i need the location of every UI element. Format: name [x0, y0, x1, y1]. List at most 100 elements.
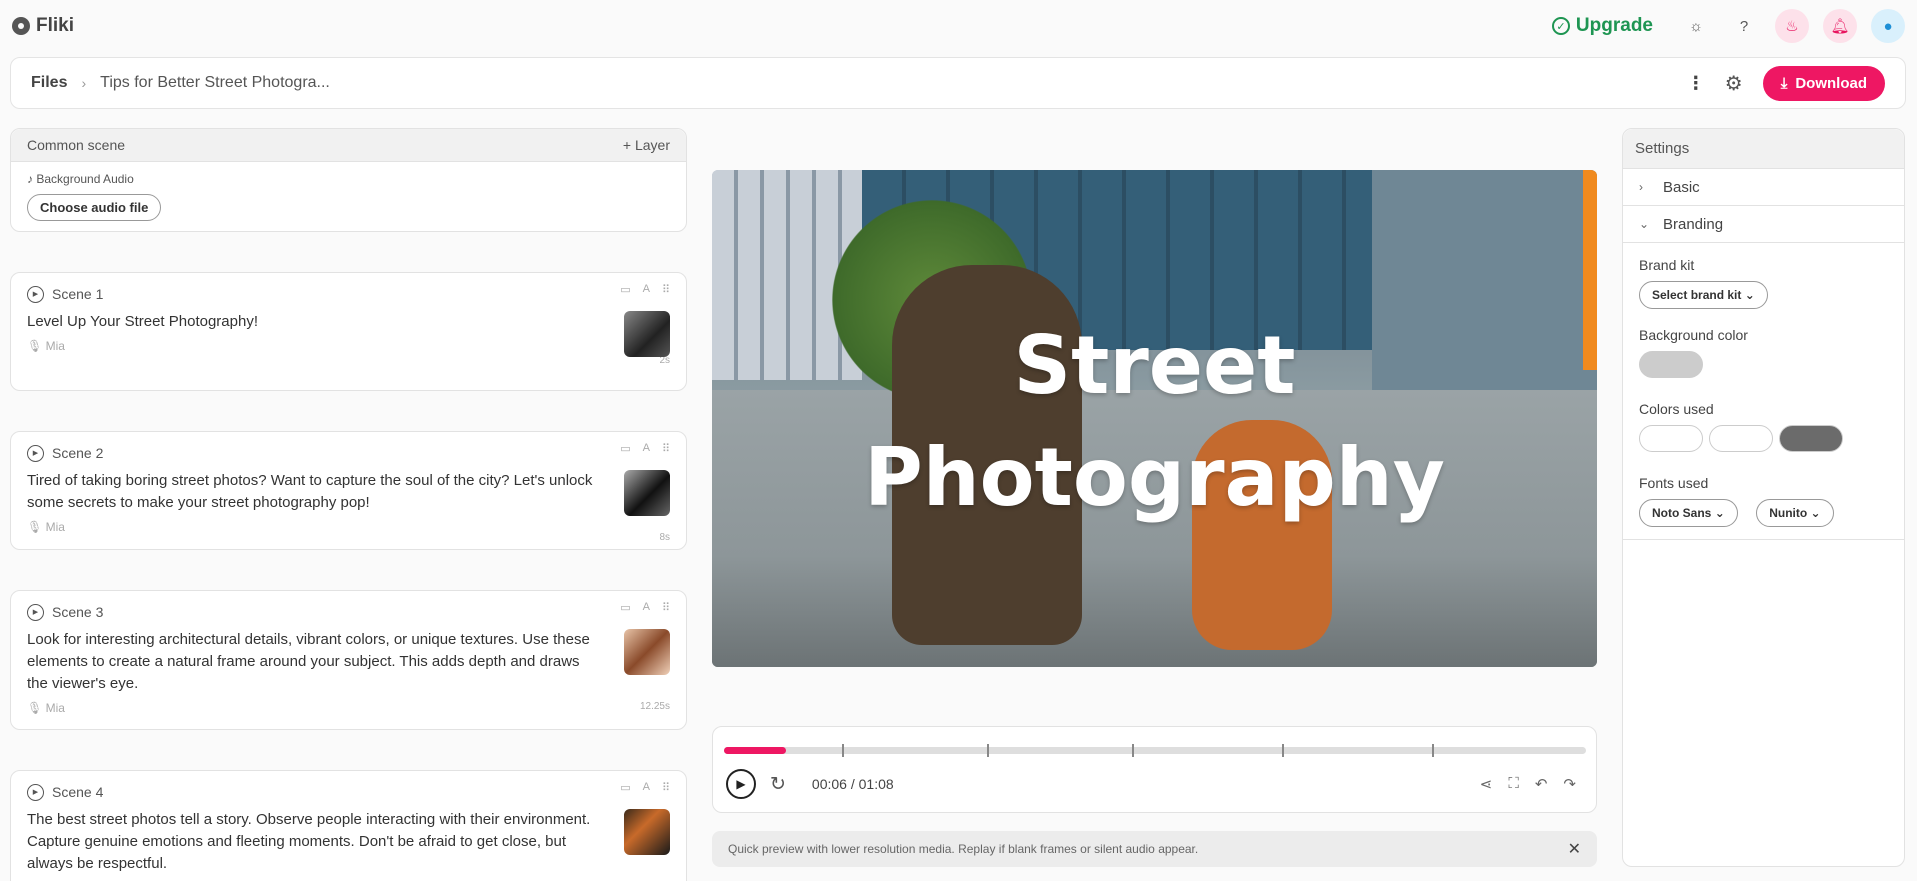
scene-title: Scene 3	[52, 604, 104, 620]
upgrade-button[interactable]: ✓ Upgrade	[1551, 15, 1653, 37]
notifications-button[interactable]: 🔔︎	[1823, 9, 1857, 43]
download-icon: ⤓	[1780, 74, 1788, 92]
breadcrumb-files[interactable]: Files	[31, 74, 67, 92]
mic-icon: 🎙︎	[27, 701, 46, 715]
sun-icon: ☼	[1689, 17, 1703, 35]
scene-thumbnail[interactable]	[624, 311, 670, 357]
drag-icon[interactable]: ⠿	[662, 283, 670, 296]
color-used-swatch[interactable]	[1639, 425, 1703, 452]
chevron-down-icon: ⌄	[1714, 506, 1725, 520]
scene-duration: 12.25s	[639, 701, 670, 712]
image-icon[interactable]: ▭	[620, 283, 630, 296]
gear-icon	[12, 17, 30, 35]
download-label: Download	[1795, 74, 1867, 92]
choose-audio-button[interactable]: Choose audio file	[27, 194, 162, 221]
scene-thumbnail[interactable]	[624, 470, 670, 516]
preview-title[interactable]: Street Photography	[712, 310, 1597, 534]
help-button[interactable]: ?	[1727, 9, 1761, 43]
undo-icon[interactable]: ↶	[1535, 775, 1548, 793]
scene-marker[interactable]	[1132, 744, 1134, 757]
app-name: Fliki	[36, 15, 75, 36]
scene-card-1[interactable]: ▶ Scene 1 ▭ A ⠿ Level Up Your Street Photog…	[10, 272, 687, 391]
settings-panel: Settings › Basic ⌄ Branding Brand kit Se…	[1622, 128, 1905, 867]
scene-text[interactable]: Level Up Your Street Photography!	[27, 311, 597, 333]
branding-section-toggle[interactable]: ⌄ Branding	[1623, 206, 1904, 243]
more-vertical-icon[interactable]: ⋮	[1687, 73, 1705, 94]
image-icon[interactable]: ▭	[620, 781, 630, 794]
player-controls: ▶ ↻ 00:06 / 01:08 ⋖ ⛶ ↶ ↷	[712, 726, 1597, 813]
gear-icon[interactable]: ⚙	[1725, 71, 1743, 96]
image-icon[interactable]: ▭	[620, 442, 630, 455]
breadcrumb-file-title[interactable]: Tips for Better Street Photogra...	[100, 74, 330, 92]
text-icon[interactable]: A	[643, 601, 650, 614]
image-icon[interactable]: ▭	[620, 601, 630, 614]
play-circle-icon[interactable]: ▶	[27, 444, 44, 462]
timeline-progress	[724, 747, 787, 754]
flame-icon: ♨	[1785, 18, 1799, 35]
common-scene-card: Common scene + Layer ♪ Background Audio …	[10, 128, 687, 232]
scene-text[interactable]: Tired of taking boring street photos? Wa…	[27, 470, 597, 514]
user-icon: ●	[1883, 17, 1893, 35]
scene-title: Scene 2	[52, 445, 104, 461]
fonts-used-label: Fonts used	[1639, 475, 1709, 491]
scene-card-3[interactable]: ▶ Scene 3 ▭ A ⠿ Look for interesting archit…	[10, 590, 687, 730]
scene-title: Scene 1	[52, 286, 104, 302]
scene-marker[interactable]	[842, 744, 844, 757]
streak-button[interactable]: ♨	[1775, 9, 1809, 43]
fullscreen-icon[interactable]: ⛶	[1508, 775, 1519, 793]
top-bar: Fliki ✓ Upgrade ☼ ? ♨ 🔔︎ ●	[0, 0, 1917, 52]
play-circle-icon[interactable]: ▶	[27, 285, 44, 303]
text-icon[interactable]: A	[643, 781, 650, 794]
chevron-down-icon: ⌄	[1810, 506, 1821, 520]
brand-kit-select[interactable]: Select brand kit ⌄	[1639, 281, 1768, 309]
preview-title-line2: Photography	[864, 431, 1445, 524]
drag-icon[interactable]: ⠿	[662, 781, 670, 794]
play-circle-icon[interactable]: ▶	[27, 603, 44, 621]
scene-text[interactable]: The best street photos tell a story. Obs…	[27, 809, 597, 875]
text-icon[interactable]: A	[643, 442, 650, 455]
font-select-noto[interactable]: Noto Sans ⌄	[1639, 499, 1738, 527]
color-used-swatch[interactable]	[1779, 425, 1843, 452]
scene-card-2[interactable]: ▶ Scene 2 ▭ A ⠿ Tired of taking boring stre…	[10, 431, 687, 550]
font-select-nunito[interactable]: Nunito ⌄	[1756, 499, 1834, 527]
drag-icon[interactable]: ⠿	[662, 442, 670, 455]
voice-name[interactable]: Mia	[46, 339, 65, 353]
timeline-track[interactable]	[724, 744, 1586, 757]
brand-kit-label: Brand kit	[1639, 257, 1695, 273]
play-circle-icon[interactable]: ▶	[27, 783, 44, 801]
replay-icon[interactable]: ↻	[770, 773, 786, 796]
scene-marker[interactable]	[987, 744, 989, 757]
time-display: 00:06 / 01:08	[811, 776, 894, 792]
scene-duration: 2s	[659, 355, 670, 366]
scene-card-4[interactable]: ▶ Scene 4 ▭ A ⠿ The best street photos tell…	[10, 770, 687, 881]
chevron-down-icon: ⌄	[1639, 217, 1650, 231]
brand-kit-select-value: Select brand kit	[1652, 288, 1742, 302]
download-button[interactable]: ⤓ Download	[1762, 65, 1885, 101]
color-used-swatch[interactable]	[1709, 425, 1773, 452]
mic-icon: 🎙︎	[27, 339, 46, 353]
add-layer-button[interactable]: + Layer	[623, 137, 670, 153]
video-preview[interactable]: Street Photography	[712, 170, 1597, 667]
share-icon[interactable]: ⋖	[1480, 775, 1493, 793]
bg-color-swatch[interactable]	[1639, 351, 1703, 378]
preview-title-line1: Street	[1013, 319, 1296, 412]
settings-title: Settings	[1635, 140, 1690, 157]
account-button[interactable]: ●	[1871, 9, 1905, 43]
scene-text[interactable]: Look for interesting architectural detai…	[27, 629, 597, 695]
close-icon[interactable]: ✕	[1568, 839, 1581, 859]
chevron-down-icon: ⌄	[1744, 288, 1755, 302]
drag-icon[interactable]: ⠿	[662, 601, 670, 614]
app-logo[interactable]: Fliki	[12, 15, 74, 37]
play-button[interactable]: ▶	[726, 769, 756, 799]
theme-toggle-button[interactable]: ☼	[1679, 9, 1713, 43]
scene-marker[interactable]	[1282, 744, 1284, 757]
text-icon[interactable]: A	[643, 283, 650, 296]
scene-marker[interactable]	[1432, 744, 1434, 757]
voice-name[interactable]: Mia	[46, 701, 65, 715]
scene-thumbnail[interactable]	[624, 809, 670, 855]
scene-thumbnail[interactable]	[624, 629, 670, 675]
basic-section-toggle[interactable]: › Basic	[1623, 169, 1904, 206]
voice-name[interactable]: Mia	[46, 520, 65, 534]
redo-icon[interactable]: ↷	[1563, 775, 1576, 793]
bell-icon: 🔔︎	[1830, 18, 1850, 35]
